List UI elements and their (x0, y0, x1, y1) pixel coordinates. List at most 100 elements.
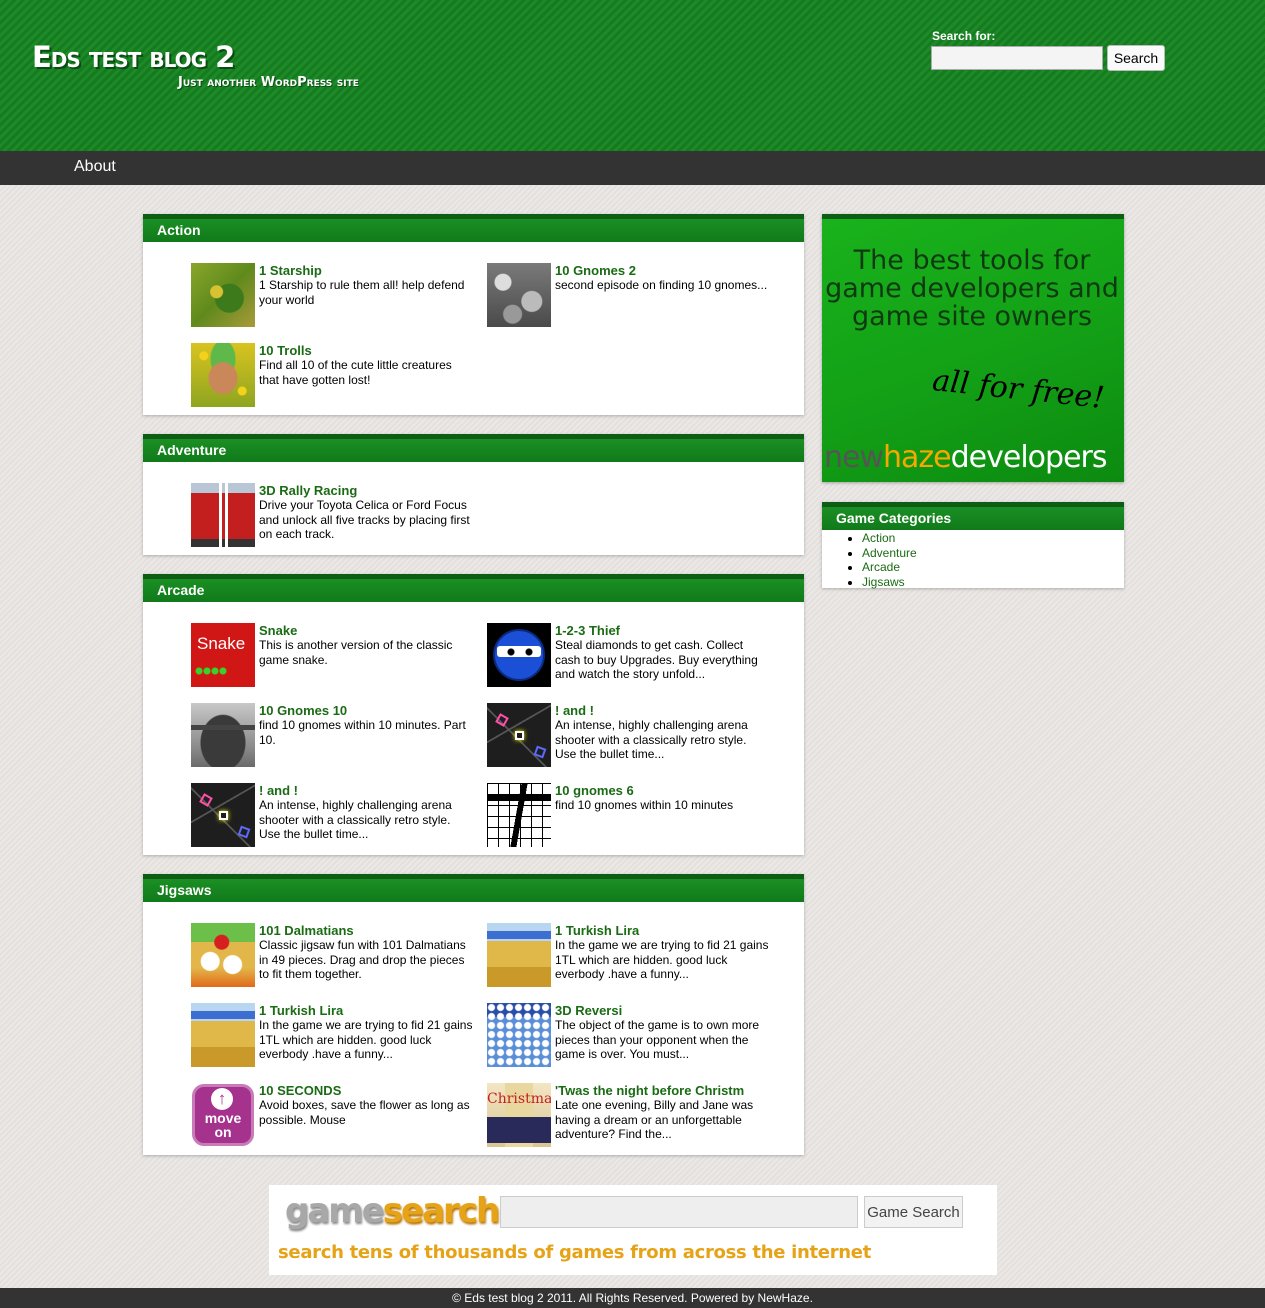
search-input[interactable] (931, 46, 1103, 70)
game-item[interactable]: Snake Snake This is another version of t… (191, 623, 481, 687)
game-title[interactable]: 3D Rally Racing (259, 483, 357, 498)
game-thumbnail[interactable] (487, 923, 551, 987)
gamesearch-logo[interactable]: gamesearch (285, 1191, 500, 1231)
search-label: Search for: (932, 29, 996, 43)
game-thumbnail[interactable]: Snake (191, 623, 255, 687)
game-item[interactable]: 3D Rally Racing Drive your Toyota Celica… (191, 483, 481, 547)
widget-title: Game Categories (822, 502, 1124, 530)
game-title[interactable]: 10 Gnomes 10 (259, 703, 347, 718)
snake-thumb-label: Snake (197, 634, 246, 653)
advert-headline: The best tools for game developers and g… (825, 245, 1119, 332)
game-description: second episode on finding 10 gnomes... (555, 278, 768, 292)
game-item[interactable]: 1 Turkish Lira In the game we are trying… (487, 923, 777, 987)
site-tagline: Just another WordPress site (178, 75, 359, 90)
game-description: Avoid boxes, save the flower as long as … (259, 1098, 470, 1127)
game-item[interactable]: 3D Reversi The object of the game is to … (487, 1003, 777, 1067)
game-title[interactable]: 10 Gnomes 2 (555, 263, 636, 278)
category-list-item: Arcade (862, 560, 1124, 575)
game-title[interactable]: ! and ! (259, 783, 298, 798)
game-title[interactable]: 10 gnomes 6 (555, 783, 634, 798)
game-title[interactable]: 101 Dalmatians (259, 923, 354, 938)
game-item[interactable]: 1 Turkish Lira In the game we are trying… (191, 1003, 481, 1067)
game-description: Drive your Toyota Celica or Ford Focus a… (259, 498, 470, 541)
gamesearch-tagline: search tens of thousands of games from a… (278, 1242, 871, 1263)
game-title[interactable]: 10 Trolls (259, 343, 312, 358)
category-box-action: Action 1 Starship 1 Starship to rule the… (143, 214, 804, 415)
game-description: Classic jigsaw fun with 101 Dalmatians i… (259, 938, 466, 981)
game-thumbnail[interactable]: Christmas (487, 1083, 551, 1147)
game-title[interactable]: 3D Reversi (555, 1003, 622, 1018)
game-title[interactable]: 10 SECONDS (259, 1083, 341, 1098)
sidebar-advert-banner[interactable]: The best tools for game developers and g… (822, 214, 1124, 482)
logo-part-developers: developers (950, 440, 1108, 475)
game-title[interactable]: ! and ! (555, 703, 594, 718)
game-thumbnail[interactable] (191, 783, 255, 847)
site-header: Eds test blog 2 Just another WordPress s… (0, 0, 1265, 151)
site-title[interactable]: Eds test blog 2 (32, 40, 235, 74)
game-description: The object of the game is to own more pi… (555, 1018, 760, 1061)
game-title[interactable]: 1 Starship (259, 263, 322, 278)
category-heading[interactable]: Action (143, 214, 804, 242)
game-thumbnail[interactable] (191, 483, 255, 547)
game-item[interactable]: ↑ move on 10 SECONDS Avoid boxes, save t… (191, 1083, 481, 1147)
moveon-thumb-label: move on (204, 1110, 242, 1140)
advert-tagline: all for free! (930, 363, 1107, 416)
game-description: In the game we are trying to fid 21 gain… (259, 1018, 473, 1061)
category-list-item: Adventure (862, 546, 1124, 561)
category-list-item: Jigsaws (862, 575, 1124, 590)
footer-copyright: © Eds test blog 2 2011. All Rights Reser… (452, 1291, 813, 1305)
logo-part-game: game (285, 1191, 385, 1231)
category-heading[interactable]: Jigsaws (143, 874, 804, 902)
snake-dots (195, 667, 227, 675)
game-title[interactable]: 1 Turkish Lira (555, 923, 639, 938)
game-item[interactable]: 101 Dalmatians Classic jigsaw fun with 1… (191, 923, 481, 987)
arena-blue-square (533, 745, 547, 759)
game-thumbnail[interactable] (487, 1003, 551, 1067)
game-item[interactable]: Christmas 'Twas the night before Christm… (487, 1083, 777, 1147)
game-description: An intense, highly challenging arena sho… (259, 798, 452, 841)
category-link-arcade[interactable]: Arcade (862, 560, 900, 574)
game-title[interactable]: Snake (259, 623, 297, 638)
game-thumbnail[interactable] (191, 1003, 255, 1067)
game-thumbnail[interactable] (487, 623, 551, 687)
game-item[interactable]: ! and ! An intense, highly challenging a… (191, 783, 481, 847)
game-description: find 10 gnomes within 10 minutes (555, 798, 734, 812)
search-button[interactable]: Search (1107, 45, 1165, 71)
game-thumbnail[interactable] (487, 703, 551, 767)
christmas-thumb-label: Christmas (487, 1091, 551, 1107)
game-title[interactable]: 1-2-3 Thief (555, 623, 620, 638)
game-thumbnail[interactable] (191, 263, 255, 327)
game-thumbnail[interactable] (191, 343, 255, 407)
game-item[interactable]: 10 Trolls Find all 10 of the cute little… (191, 343, 481, 407)
newhaze-logo: newhazedevelopers (824, 441, 1107, 475)
game-title[interactable]: 'Twas the night before Christm (555, 1083, 744, 1098)
game-item[interactable]: 1-2-3 Thief Steal diamonds to get cash. … (487, 623, 777, 687)
game-thumbnail[interactable] (487, 263, 551, 327)
game-item[interactable]: 1 Starship 1 Starship to rule them all! … (191, 263, 481, 327)
game-thumbnail[interactable] (487, 783, 551, 847)
game-item[interactable]: ! and ! An intense, highly challenging a… (487, 703, 777, 767)
arena-blue-square (237, 825, 251, 839)
gamesearch-input[interactable] (500, 1196, 858, 1228)
category-heading[interactable]: Arcade (143, 574, 804, 602)
game-item[interactable]: 10 Gnomes 2 second episode on finding 10… (487, 263, 777, 327)
game-thumbnail[interactable] (191, 923, 255, 987)
gamesearch-widget: gamesearch Game Search search tens of th… (269, 1185, 997, 1275)
game-thumbnail[interactable] (191, 703, 255, 767)
game-item[interactable]: 10 gnomes 6 find 10 gnomes within 10 min… (487, 783, 777, 847)
game-description: 1 Starship to rule them all! help defend… (259, 278, 465, 307)
game-title[interactable]: 1 Turkish Lira (259, 1003, 343, 1018)
arena-player (515, 731, 524, 740)
footer: © Eds test blog 2 2011. All Rights Reser… (0, 1288, 1265, 1308)
category-link-jigsaws[interactable]: Jigsaws (862, 575, 905, 589)
game-item[interactable]: 10 Gnomes 10 find 10 gnomes within 10 mi… (191, 703, 481, 767)
navbar: About (0, 151, 1265, 185)
nav-about-link[interactable]: About (74, 158, 116, 176)
game-thumbnail[interactable]: ↑ move on (191, 1083, 255, 1147)
category-link-action[interactable]: Action (862, 531, 895, 545)
category-link-adventure[interactable]: Adventure (862, 546, 917, 560)
category-heading[interactable]: Adventure (143, 434, 804, 462)
gamesearch-button[interactable]: Game Search (864, 1196, 963, 1228)
category-box-jigsaws: Jigsaws 101 Dalmatians Classic jigsaw fu… (143, 874, 804, 1155)
arrow-up-icon: ↑ (211, 1088, 233, 1110)
